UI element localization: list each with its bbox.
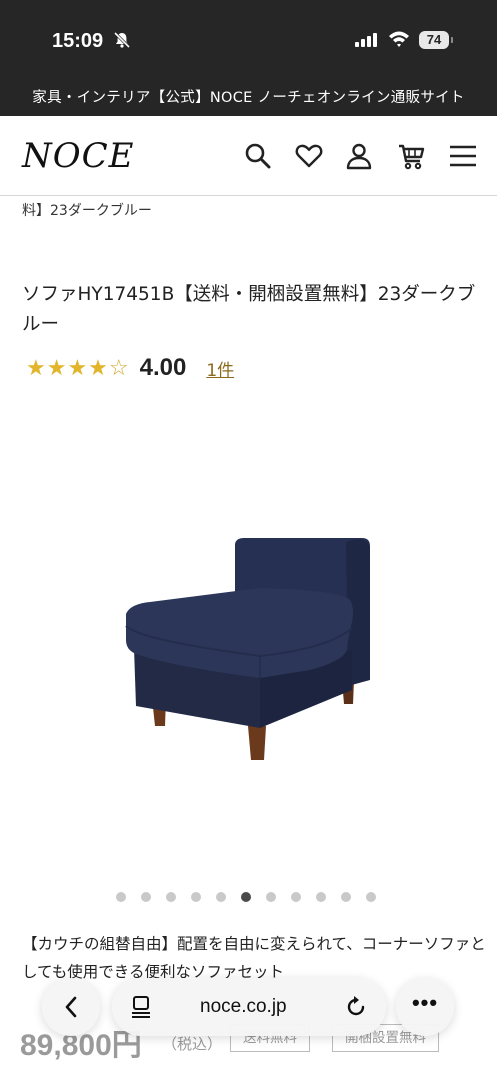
carousel-dot[interactable] [191, 892, 201, 902]
address-bar[interactable]: noce.co.jp [112, 978, 386, 1036]
carousel-dot[interactable] [341, 892, 351, 902]
site-header: NOCE [0, 116, 497, 196]
carousel-dot[interactable] [366, 892, 376, 902]
more-options-button[interactable]: ••• [396, 978, 454, 1036]
site-logo[interactable]: NOCE [22, 136, 134, 176]
menu-icon[interactable] [447, 140, 479, 172]
heart-icon[interactable] [293, 140, 325, 172]
search-icon[interactable] [242, 140, 274, 172]
chevron-left-icon [65, 996, 77, 1018]
breadcrumb[interactable]: 料】23ダークブルー [22, 200, 152, 220]
user-icon[interactable] [343, 140, 375, 172]
product-image[interactable] [110, 530, 390, 770]
carousel-dot[interactable] [291, 892, 301, 902]
carousel-indicator[interactable] [116, 892, 376, 902]
empty-star-icon: ☆ [108, 355, 130, 381]
status-bar: 15:09 74 [0, 0, 497, 82]
reload-icon[interactable] [344, 995, 368, 1019]
bell-muted-icon [113, 31, 131, 49]
carousel-dot[interactable] [116, 892, 126, 902]
carousel-dot[interactable] [266, 892, 276, 902]
page-menu-icon[interactable] [130, 995, 152, 1019]
carousel-dot[interactable] [316, 892, 326, 902]
filled-stars-icon: ★★★★ [26, 355, 109, 381]
product-rating: ★★★★☆ 4.00 1件 [26, 354, 234, 382]
carousel-dot[interactable] [166, 892, 176, 902]
url-text[interactable]: noce.co.jp [200, 996, 287, 1018]
tax-label: （税込） [162, 1035, 223, 1053]
site-banner: 家具・インテリア【公式】NOCE ノーチェオンライン通販サイト [0, 82, 497, 116]
status-time: 15:09 [52, 30, 104, 52]
carousel-dot-active[interactable] [241, 892, 251, 902]
cellular-signal-icon [355, 33, 377, 47]
rating-stars: ★★★★☆ [26, 356, 130, 381]
ellipsis-icon: ••• [411, 990, 439, 1015]
cart-icon[interactable] [395, 140, 427, 172]
product-title: ソファHY17451B【送料・開梱設置無料】23ダークブルー [22, 284, 476, 335]
review-count-link[interactable]: 1件 [206, 356, 234, 381]
wifi-icon [389, 31, 409, 47]
battery-indicator: 74 [419, 31, 453, 49]
carousel-dot[interactable] [141, 892, 151, 902]
carousel-dot[interactable] [216, 892, 226, 902]
rating-score: 4.00 [139, 354, 187, 381]
back-button[interactable] [42, 978, 100, 1036]
